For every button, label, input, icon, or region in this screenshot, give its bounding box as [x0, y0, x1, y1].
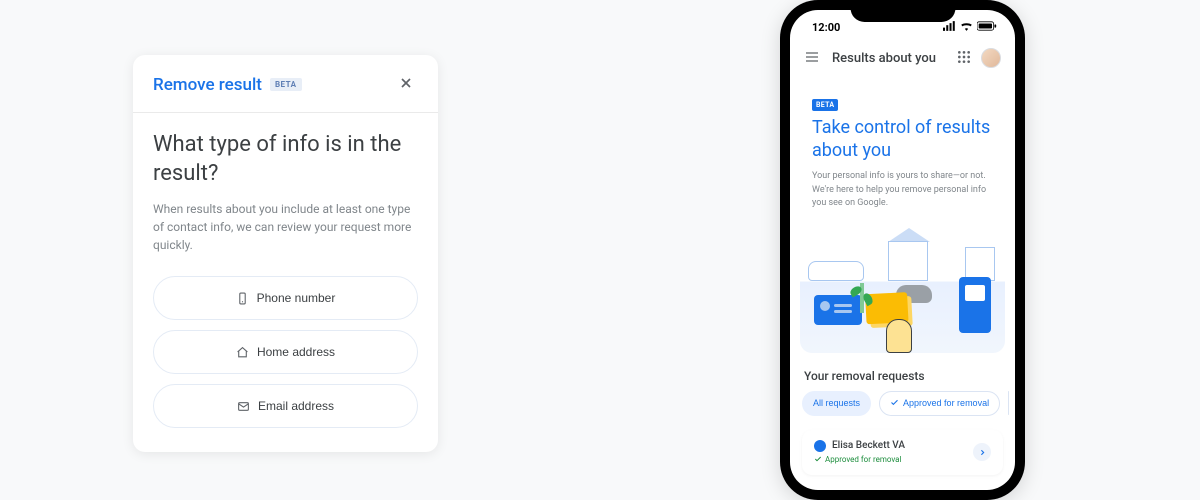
- remove-result-card: Remove result BETA What type of info is …: [133, 55, 438, 452]
- signal-icon: [943, 21, 956, 34]
- option-home-address[interactable]: Home address: [153, 330, 418, 374]
- phone-icon: [236, 292, 249, 305]
- battery-icon: [977, 21, 997, 34]
- illustration-id-card: [814, 295, 862, 325]
- phone-mockup: 12:00 Results about you: [780, 0, 1025, 500]
- request-info: Elisa Beckett VA Approved for removal: [814, 440, 905, 465]
- apps-button[interactable]: [957, 50, 971, 67]
- chip-label: Approved for removal: [903, 398, 989, 408]
- card-title: Remove result: [153, 75, 262, 95]
- request-expand-button[interactable]: [973, 443, 991, 461]
- illustration-hand: [886, 319, 912, 353]
- request-name-row: Elisa Beckett VA: [814, 440, 905, 452]
- hero-content: BETA Take control of results about you Y…: [800, 80, 1005, 215]
- option-label: Home address: [257, 345, 335, 359]
- phone-screen: 12:00 Results about you: [790, 10, 1015, 490]
- option-label: Phone number: [257, 291, 336, 305]
- removal-requests-title: Your removal requests: [790, 353, 1015, 391]
- hero-illustration: [800, 223, 1005, 353]
- status-time: 12:00: [812, 21, 840, 34]
- option-email-address[interactable]: Email address: [153, 384, 418, 428]
- option-phone-number[interactable]: Phone number: [153, 276, 418, 320]
- menu-button[interactable]: [804, 49, 820, 68]
- phone-notch: [850, 0, 955, 22]
- hero-beta-badge: BETA: [812, 99, 838, 111]
- filter-row: All requests Approved for removal: [790, 391, 1015, 426]
- filter-chip-partial[interactable]: [1008, 391, 1009, 415]
- check-icon: [890, 398, 899, 409]
- hero-description: Your personal info is yours to share—or …: [812, 170, 993, 211]
- question-heading: What type of info is in the result?: [153, 131, 418, 188]
- header-actions: [957, 48, 1001, 68]
- home-icon: [236, 346, 249, 359]
- filter-all-requests[interactable]: All requests: [802, 391, 871, 416]
- card-header: Remove result BETA: [133, 55, 438, 113]
- app-title: Results about you: [832, 51, 945, 66]
- email-icon: [237, 400, 250, 413]
- card-title-wrap: Remove result BETA: [153, 75, 302, 95]
- status-indicators: [943, 21, 997, 34]
- globe-icon: [814, 440, 826, 452]
- apps-grid-icon: [957, 50, 971, 67]
- check-icon: [814, 455, 822, 465]
- chip-label: All requests: [813, 398, 860, 408]
- request-item[interactable]: Elisa Beckett VA Approved for removal: [802, 430, 1003, 475]
- illustration-house: [888, 241, 928, 281]
- request-status-row: Approved for removal: [814, 455, 905, 465]
- hero-card: BETA Take control of results about you Y…: [800, 80, 1005, 353]
- wifi-icon: [960, 21, 973, 34]
- close-button[interactable]: [394, 71, 418, 98]
- illustration-car: [808, 261, 864, 281]
- close-icon: [398, 75, 414, 94]
- beta-badge: BETA: [270, 78, 302, 91]
- hero-title: Take control of results about you: [812, 117, 993, 162]
- filter-approved[interactable]: Approved for removal: [879, 391, 1000, 416]
- hamburger-icon: [804, 49, 820, 68]
- illustration-phone: [959, 277, 991, 333]
- request-status: Approved for removal: [825, 455, 901, 464]
- request-name: Elisa Beckett VA: [832, 440, 905, 451]
- chevron-right-icon: [978, 445, 987, 460]
- illustration-plant: [860, 283, 864, 313]
- card-body: What type of info is in the result? When…: [133, 113, 438, 452]
- illustration-building: [965, 247, 995, 281]
- avatar[interactable]: [981, 48, 1001, 68]
- option-label: Email address: [258, 399, 334, 413]
- question-subtext: When results about you include at least …: [153, 200, 418, 254]
- app-header: Results about you: [790, 38, 1015, 78]
